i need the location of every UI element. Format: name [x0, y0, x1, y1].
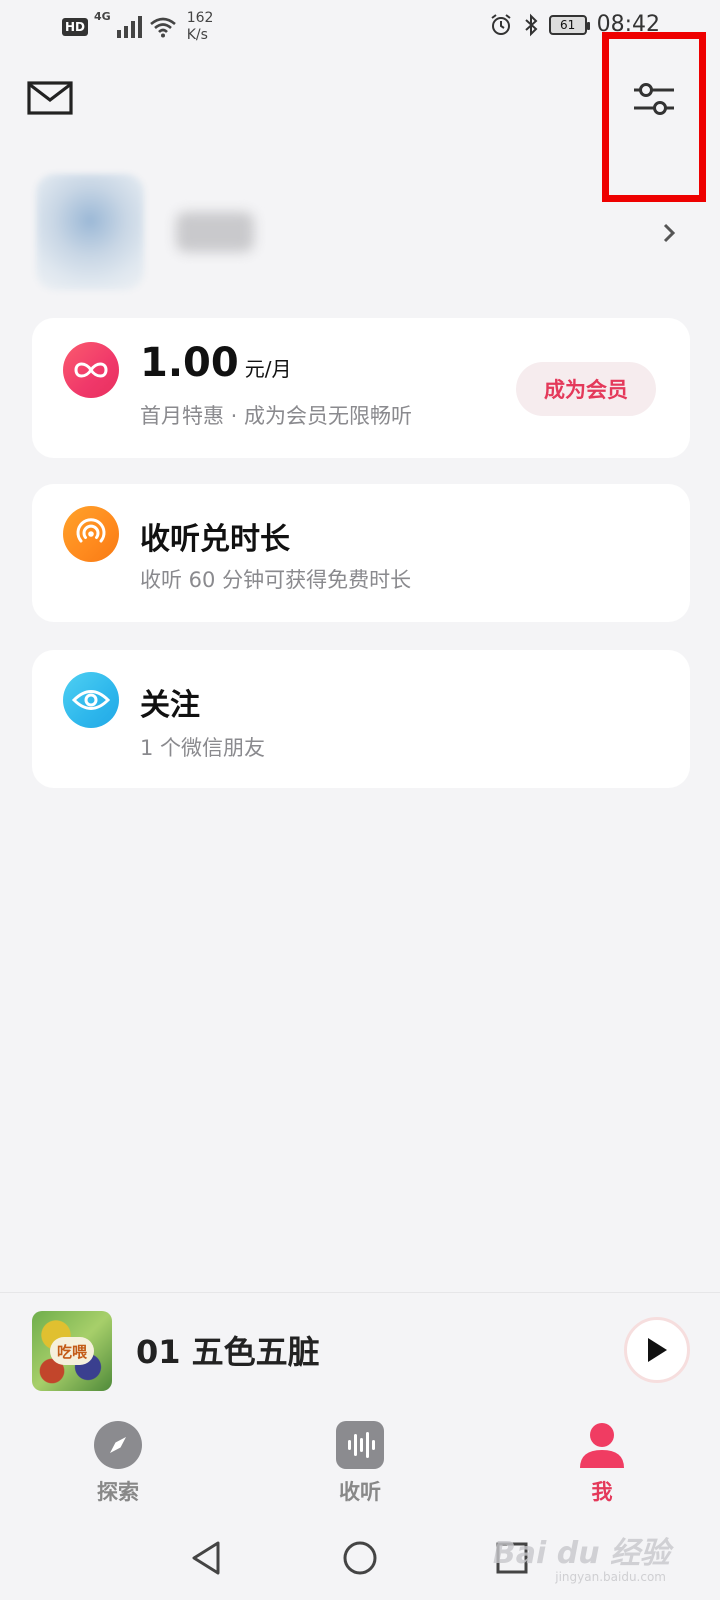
- listen-card[interactable]: 收听兑时长 收听 60 分钟可获得免费时长: [32, 484, 690, 622]
- vip-card[interactable]: 1.00 元/月 首月特惠 · 成为会员无限畅听 成为会员: [32, 318, 690, 458]
- watermark: Bai du 经验: [492, 1536, 670, 1571]
- tab-listen[interactable]: 收听: [300, 1420, 420, 1506]
- play-icon: [648, 1338, 667, 1362]
- chevron-right-icon: [663, 223, 676, 243]
- sliders-icon: [634, 83, 674, 115]
- vip-subtitle: 首月特惠 · 成为会员无限畅听: [140, 404, 413, 428]
- net-speed-unit: K/s: [186, 27, 208, 43]
- avatar[interactable]: [36, 174, 144, 290]
- watermark-sub: jingyan.baidu.com: [555, 1570, 666, 1584]
- cover-tag: 吃喂: [50, 1337, 94, 1365]
- become-member-button[interactable]: 成为会员: [516, 362, 656, 416]
- nickname: [176, 212, 254, 252]
- tab-me-label: 我: [591, 1480, 613, 1504]
- vip-price: 1.00 元/月: [140, 340, 291, 386]
- track-title: 01 五色五脏: [136, 1333, 320, 1371]
- network-label: 4G: [94, 10, 111, 23]
- header: [0, 32, 720, 202]
- tab-listen-label: 收听: [339, 1480, 381, 1504]
- signal-icon: [116, 16, 142, 38]
- mini-player[interactable]: 吃喂 01 五色五脏: [0, 1292, 720, 1406]
- net-speed-value: 162: [186, 10, 214, 26]
- vip-amount: 1.00: [140, 340, 239, 386]
- tab-me[interactable]: 我: [542, 1420, 662, 1506]
- play-button[interactable]: [624, 1317, 690, 1383]
- alarm-icon: [490, 13, 511, 35]
- listen-title: 收听兑时长: [140, 522, 290, 557]
- back-button[interactable]: [184, 1536, 228, 1580]
- waveform-icon: [336, 1421, 384, 1469]
- net-speed: 162 K/s: [187, 10, 214, 44]
- wifi-icon: [149, 17, 176, 38]
- status-left: HD 4G 162 K/s: [62, 10, 213, 44]
- compass-icon: [94, 1421, 142, 1469]
- system-nav: Bai du 经验 jingyan.baidu.com: [0, 1516, 720, 1600]
- listen-subtitle: 收听 60 分钟可获得免费时长: [140, 568, 412, 592]
- battery-indicator: 61: [548, 14, 590, 35]
- tab-explore-label: 探索: [97, 1480, 139, 1504]
- bottom-nav: 探索 收听 我: [0, 1406, 720, 1516]
- follow-title: 关注: [140, 688, 200, 723]
- person-icon: [580, 1423, 624, 1468]
- eye-icon: [63, 672, 119, 728]
- album-cover[interactable]: 吃喂: [32, 1311, 112, 1391]
- tab-explore[interactable]: 探索: [58, 1420, 178, 1506]
- mail-icon[interactable]: [26, 80, 74, 116]
- vip-unit: 元/月: [244, 357, 292, 381]
- follow-subtitle: 1 个微信朋友: [140, 736, 266, 760]
- back-triangle-icon: [192, 1541, 220, 1575]
- hd-badge: HD: [62, 18, 89, 36]
- profile-row[interactable]: [0, 168, 720, 308]
- bluetooth-icon: [524, 13, 538, 36]
- radio-waves-icon: [63, 506, 119, 562]
- follow-card[interactable]: 关注 1 个微信朋友: [32, 650, 690, 788]
- home-circle-icon: [343, 1541, 377, 1575]
- home-button[interactable]: [338, 1536, 382, 1580]
- infinity-icon: [63, 342, 119, 398]
